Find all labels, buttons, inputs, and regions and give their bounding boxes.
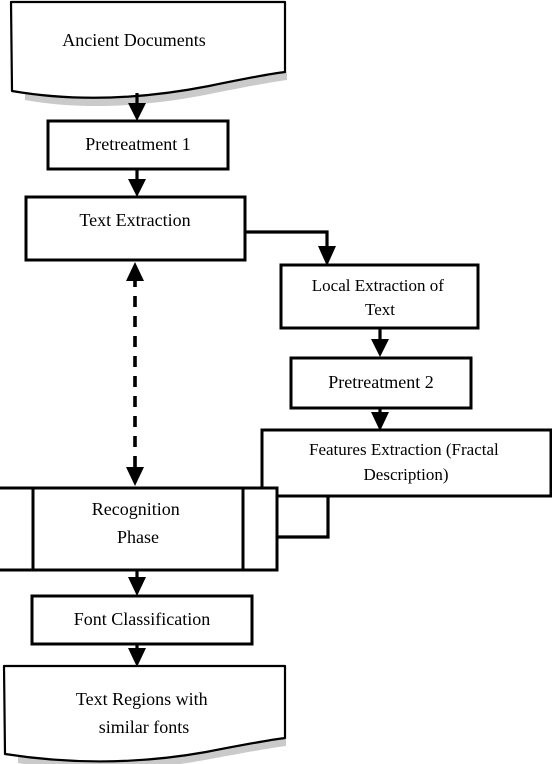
- edge-localextraction-to-pretreatment2: [371, 328, 389, 357]
- arrowhead-icon: [128, 648, 146, 667]
- node-text-extraction[interactable]: Text Extraction: [24, 195, 247, 262]
- node-ancient-documents[interactable]: Ancient Documents: [9, 0, 287, 107]
- edge-textextraction-to-localextraction: [245, 230, 336, 266]
- arrowhead-icon: [371, 339, 389, 357]
- edge-pretreatment1-to-textextraction: [128, 169, 146, 197]
- text-extraction-label: Text Extraction: [79, 210, 190, 230]
- pretreatment-1-label: Pretreatment 1: [85, 134, 190, 154]
- edge-fontclassification-to-textregions: [128, 644, 146, 667]
- node-text-regions-similar-fonts[interactable]: Text Regions with similar fonts: [2, 664, 287, 764]
- arrowhead-icon: [318, 246, 336, 266]
- flowchart-diagram: Ancient Documents Pretreatment 1 Text Ex…: [0, 0, 552, 764]
- node-pretreatment-2[interactable]: Pretreatment 2: [289, 356, 473, 410]
- flowchart-canvas: Ancient Documents Pretreatment 1 Text Ex…: [0, 0, 552, 764]
- node-font-classification[interactable]: Font Classification: [30, 594, 254, 646]
- ancient-documents-label: Ancient Documents: [62, 30, 205, 50]
- node-recognition-phase[interactable]: Recognition Phase: [0, 486, 279, 572]
- arrowhead-up-icon: [126, 262, 144, 281]
- arrowhead-icon: [128, 577, 146, 596]
- edge-pretreatment2-to-featuresextraction: [371, 408, 389, 431]
- arrowhead-icon: [371, 412, 389, 431]
- node-local-extraction-of-text[interactable]: Local Extraction of Text: [279, 263, 480, 330]
- edge-recognitionphase-to-fontclassification: [128, 570, 146, 596]
- arrowhead-icon: [128, 179, 146, 197]
- arrowhead-icon: [128, 103, 146, 121]
- font-classification-label: Font Classification: [74, 609, 211, 629]
- arrowhead-down-icon: [126, 467, 144, 486]
- node-pretreatment-1[interactable]: Pretreatment 1: [46, 119, 230, 171]
- node-features-extraction[interactable]: Features Extraction (Fractal Description…: [260, 428, 552, 498]
- edge-textextraction-recognitionphase-bidirectional: [126, 262, 144, 486]
- pretreatment-2-label: Pretreatment 2: [328, 372, 433, 392]
